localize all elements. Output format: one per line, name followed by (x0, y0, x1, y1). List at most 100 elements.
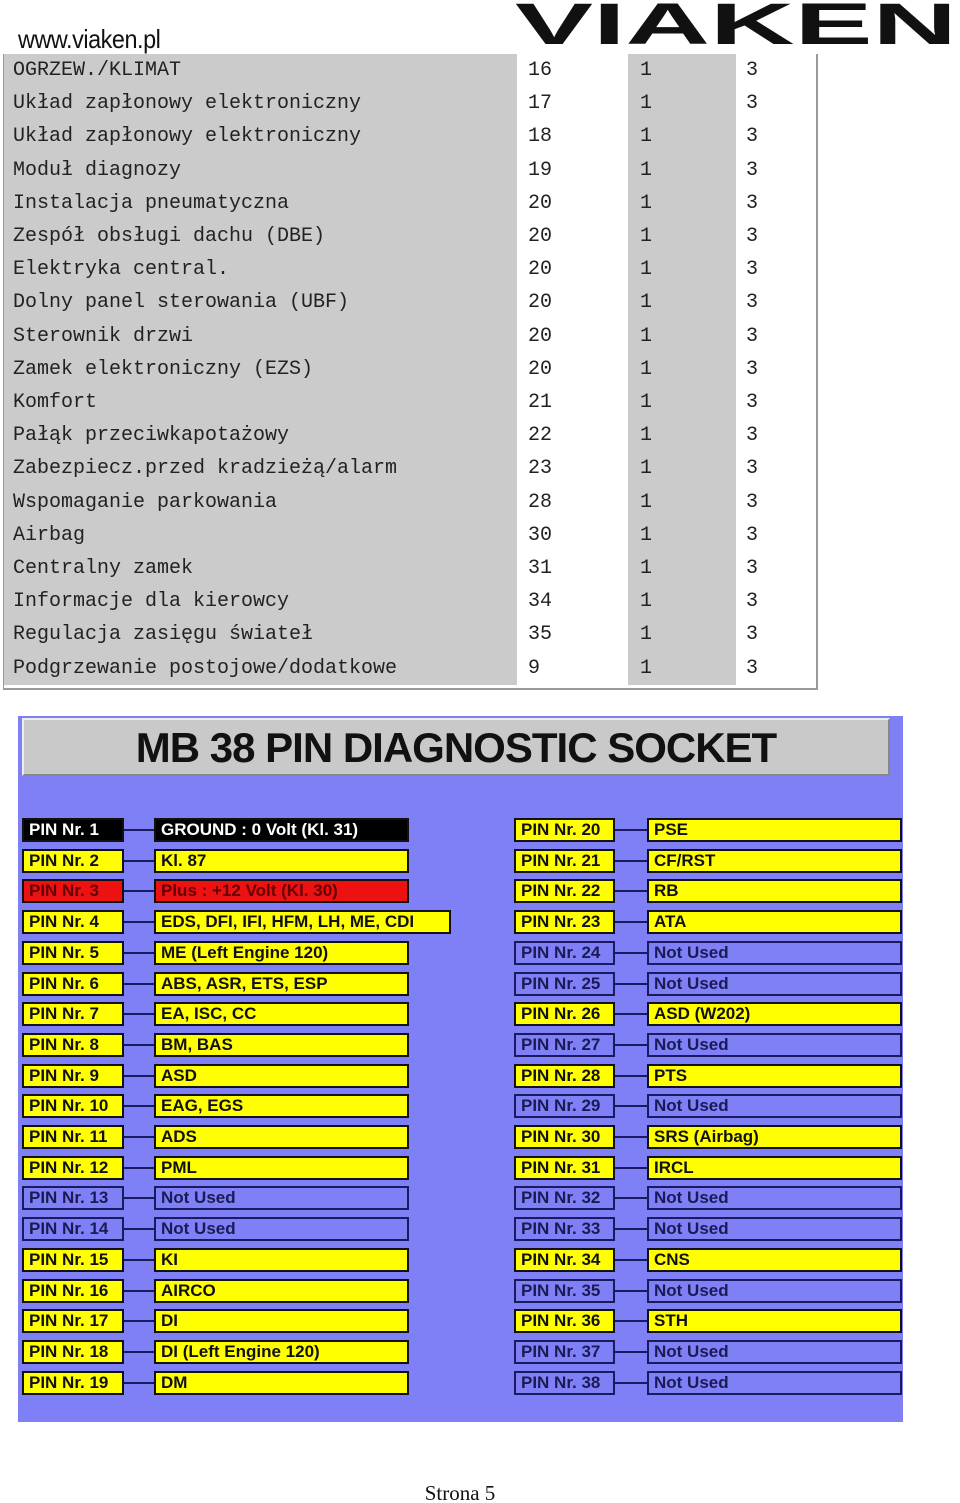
pin-function: ADS (154, 1125, 409, 1149)
table-row: Podgrzewanie postojowe/dodatkowe 9 1 3 (4, 651, 816, 685)
pin-connector-line (615, 1350, 647, 1353)
pin-connector-line (124, 1228, 154, 1231)
pin-connector-line (124, 1381, 154, 1384)
value-b: 3 (736, 352, 816, 386)
pin-connector-line (124, 859, 154, 862)
pin-connector-line (124, 890, 154, 893)
pin-label: PIN Nr. 20 (514, 818, 615, 842)
value-b: 3 (736, 419, 816, 453)
diagnostic-socket-diagram: MB 38 PIN DIAGNOSTIC SOCKET PIN Nr. 1 GRO… (18, 716, 903, 1422)
pin-connector-line (615, 1258, 647, 1261)
pin-label: PIN Nr. 3 (22, 879, 124, 904)
table-row: Pałąk przeciwkapotażowy 22 1 3 (4, 419, 816, 453)
pin-label: PIN Nr. 14 (22, 1217, 124, 1242)
pin-connector-line (124, 1043, 154, 1046)
pin-label: PIN Nr. 18 (22, 1339, 124, 1364)
pin-label: PIN Nr. 1 (22, 818, 124, 842)
module-name: Moduł diagnozy (4, 153, 517, 187)
pin-label: PIN Nr. 12 (22, 1155, 124, 1180)
pin-connector-line (615, 921, 647, 924)
value-a: 1 (628, 452, 736, 486)
value-b: 3 (736, 386, 816, 420)
pin-connector-line (615, 829, 647, 831)
pin-function: IRCL (647, 1155, 902, 1180)
module-name: Zespół obsługi dachu (DBE) (4, 220, 517, 254)
module-name: OGRZEW./KLIMAT (4, 54, 517, 88)
value-a: 1 (628, 120, 736, 154)
module-name: Informacje dla kierowcy (4, 585, 517, 619)
pin-connector-line (615, 1289, 647, 1292)
pin-function: Not Used (647, 1278, 902, 1303)
pin-label: PIN Nr. 34 (514, 1247, 615, 1272)
pin-connector-line (124, 982, 154, 985)
pin-function: PTS (647, 1063, 902, 1088)
module-name: Airbag (4, 518, 517, 552)
pin-connector-line (124, 1013, 154, 1016)
value-b: 3 (736, 120, 816, 154)
pin-label: PIN Nr. 37 (514, 1339, 615, 1364)
pin-connector-line (615, 1136, 647, 1138)
pin-function: Not Used (154, 1186, 409, 1211)
pin-connector-line (124, 1166, 154, 1169)
pin-label: PIN Nr. 9 (22, 1063, 124, 1088)
value-b: 3 (736, 54, 816, 88)
pin-function: PML (154, 1155, 409, 1180)
table-row: Wspomaganie parkowania 28 1 3 (4, 485, 816, 519)
pin-function: SRS (Airbag) (647, 1125, 902, 1149)
pin-label: PIN Nr. 7 (22, 1002, 124, 1027)
pin-label: PIN Nr. 6 (22, 971, 124, 996)
pin-connector-line (615, 859, 647, 862)
pin-label: PIN Nr. 23 (514, 910, 615, 935)
module-name: Zamek elektroniczny (EZS) (4, 352, 517, 386)
value-b: 3 (736, 552, 816, 586)
pin-label: PIN Nr. 26 (514, 1002, 615, 1027)
module-name: Układ zapłonowy elektroniczny (4, 87, 517, 121)
diagram-title: MB 38 PIN DIAGNOSTIC SOCKET (22, 718, 890, 776)
address: 20 (517, 286, 628, 320)
pin-connector-line (615, 1381, 647, 1384)
table-row: Zespół obsługi dachu (DBE) 20 1 3 (4, 220, 816, 254)
address: 20 (517, 253, 628, 287)
table-row: Zabezpiecz.przed kradzieżą/alarm 23 1 3 (4, 452, 816, 486)
table-row: Zamek elektroniczny (EZS) 20 1 3 (4, 352, 816, 386)
pin-function: STH (647, 1309, 902, 1334)
pin-connector-line (615, 951, 647, 954)
table-row: Airbag 30 1 3 (4, 518, 816, 552)
pin-label: PIN Nr. 16 (22, 1278, 124, 1303)
value-b: 3 (736, 220, 816, 254)
value-b: 3 (736, 153, 816, 187)
value-b: 3 (736, 452, 816, 486)
pin-function: GROUND : 0 Volt (Kl. 31) (154, 818, 409, 842)
pin-label: PIN Nr. 11 (22, 1125, 124, 1149)
pin-label: PIN Nr. 38 (514, 1370, 615, 1395)
pin-label: PIN Nr. 31 (514, 1155, 615, 1180)
value-a: 1 (628, 352, 736, 386)
pin-function: ASD (W202) (647, 1002, 902, 1027)
pin-function: CF/RST (647, 848, 902, 873)
address: 16 (517, 54, 628, 88)
pin-connector-line (615, 1228, 647, 1231)
pin-function: Not Used (647, 1094, 902, 1119)
pin-function: Not Used (647, 1032, 902, 1057)
value-a: 1 (628, 552, 736, 586)
address: 20 (517, 220, 628, 254)
pin-connector-line (124, 1320, 154, 1323)
pin-connector-line (124, 1136, 154, 1138)
value-b: 3 (736, 87, 816, 121)
pin-function: CNS (647, 1247, 902, 1272)
pin-label: PIN Nr. 25 (514, 971, 615, 996)
value-b: 3 (736, 186, 816, 220)
address: 34 (517, 585, 628, 619)
pin-label: PIN Nr. 19 (22, 1370, 124, 1395)
table-row: Układ zapłonowy elektroniczny 17 1 3 (4, 87, 816, 121)
viaken-logo: VIAKEN (515, 0, 957, 48)
address: 20 (517, 352, 628, 386)
pin-connector-line (124, 1258, 154, 1261)
value-b: 3 (736, 485, 816, 519)
pin-connector-line (615, 1320, 647, 1323)
address: 22 (517, 419, 628, 453)
pin-function: DI (154, 1309, 409, 1334)
pin-function: Not Used (647, 1186, 902, 1211)
value-b: 3 (736, 286, 816, 320)
pin-function: Kl. 87 (154, 848, 409, 873)
